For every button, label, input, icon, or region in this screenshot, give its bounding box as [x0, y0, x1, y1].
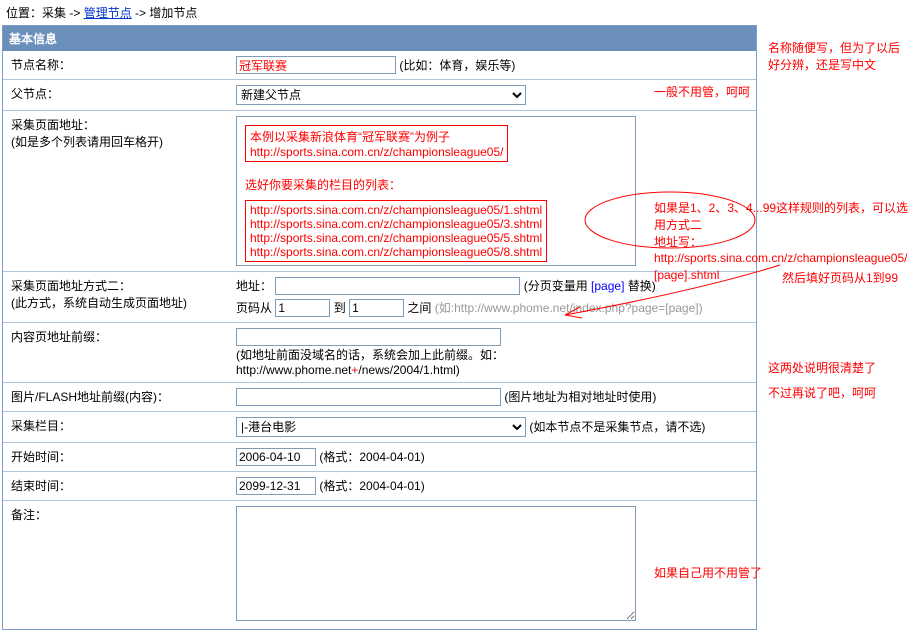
label-flash-prefix: 图片/FLASH地址前缀(内容)：	[3, 383, 228, 411]
select-parent[interactable]: 新建父节点	[236, 85, 526, 105]
ex-l1: 本例以采集新浪体育“冠军联赛”为例子	[250, 128, 503, 145]
breadcrumb-link[interactable]: 管理节点	[84, 6, 132, 20]
label-content-prefix: 内容页地址前缀：	[3, 323, 228, 350]
start-hint: (格式：2004-04-01)	[319, 450, 424, 464]
a3-l1: 如果是1、2、3、4...99这样规则的列表，可以选用方式二	[654, 200, 913, 234]
a4-l1: 这两处说明很清楚了	[768, 360, 908, 377]
breadcrumb-prefix: 位置：采集 ->	[6, 6, 84, 20]
select-column[interactable]: |-港台电影	[236, 417, 526, 437]
input-page-from[interactable]	[275, 299, 330, 317]
annotation-1: 名称随便写，但为了以后好分辨，还是写中文	[768, 40, 908, 74]
input-node-name[interactable]	[236, 56, 396, 74]
ex-l2: http://sports.sina.com.cn/z/championslea…	[250, 145, 503, 159]
column-hint: (如本节点不是采集节点，请不选)	[529, 420, 705, 434]
label-node-name: 节点名称：	[3, 51, 228, 79]
input-addr[interactable]	[275, 277, 520, 295]
page-example: (如:http://www.phome.net/index.php?page=[…	[435, 301, 703, 315]
cp-hint2c: /news/2004/1.html)	[358, 363, 459, 377]
textarea-page-url[interactable]: 本例以采集新浪体育“冠军联赛”为例子 http://sports.sina.co…	[236, 116, 636, 266]
a4-l2: 不过再说了吧，呵呵	[768, 385, 908, 402]
pvh2: [page]	[591, 279, 624, 293]
page-from-label: 页码从	[236, 301, 272, 315]
form-table: 基本信息 节点名称： (比如：体育，娱乐等) 父节点： 新建父节点 采集页面地址…	[2, 25, 757, 630]
page-between: 之间	[407, 301, 431, 315]
label-start-time: 开始时间：	[3, 443, 228, 471]
label-column: 采集栏目：	[3, 412, 228, 442]
input-end-time[interactable]	[236, 477, 316, 495]
hint-node-name: (比如：体育，娱乐等)	[399, 59, 515, 73]
input-content-prefix[interactable]	[236, 328, 501, 346]
example-box: 本例以采集新浪体育“冠军联赛”为例子 http://sports.sina.co…	[245, 125, 508, 162]
label-end-time: 结束时间：	[3, 472, 228, 500]
label-page-url: 采集页面地址：	[11, 116, 220, 133]
u2: http://sports.sina.com.cn/z/championslea…	[250, 217, 542, 231]
label-page-url-sub: (如是多个列表请用回车格开)	[11, 133, 220, 150]
annotation-2: 一般不用管，呵呵	[654, 84, 750, 101]
u3: http://sports.sina.com.cn/z/championslea…	[250, 231, 542, 245]
annotation-3b: 然后填好页码从1到99	[782, 270, 898, 287]
page-to-label: 到	[334, 301, 346, 315]
pvh3: 替换)	[624, 279, 655, 293]
pvh1: (分页变量用	[524, 279, 591, 293]
input-flash-prefix[interactable]	[236, 388, 501, 406]
label-parent: 父节点：	[3, 80, 228, 110]
cp-hint2a: http://www.phome.net	[236, 363, 351, 377]
cp-hint1: (如地址前面没域名的话，系统会加上此前缀。如：	[236, 348, 504, 362]
label-remark: 备注：	[3, 501, 228, 528]
breadcrumb: 位置：采集 -> 管理节点 -> 增加节点	[0, 0, 913, 25]
url-prompt: 选好你要采集的栏目的列表：	[245, 178, 627, 194]
label-method2-sub: (此方式，系统自动生成页面地址)	[11, 294, 220, 311]
url-list-box: http://sports.sina.com.cn/z/championslea…	[245, 200, 547, 262]
input-page-to[interactable]	[349, 299, 404, 317]
u4: http://sports.sina.com.cn/z/championslea…	[250, 245, 542, 259]
breadcrumb-suffix: -> 增加节点	[132, 6, 198, 20]
flash-hint: (图片地址为相对地址时使用)	[504, 390, 656, 404]
annotation-4: 这两处说明很清楚了 不过再说了吧，呵呵	[768, 360, 908, 402]
annotation-5: 如果自己用不用管了	[654, 565, 762, 582]
label-method2: 采集页面地址方式二：	[11, 277, 220, 294]
textarea-remark[interactable]	[236, 506, 636, 621]
a3-l2: 地址写：	[654, 234, 913, 251]
input-start-time[interactable]	[236, 448, 316, 466]
u1: http://sports.sina.com.cn/z/championslea…	[250, 203, 542, 217]
end-hint: (格式：2004-04-01)	[319, 479, 424, 493]
section-header: 基本信息	[3, 26, 756, 51]
addr-label: 地址：	[236, 279, 272, 293]
